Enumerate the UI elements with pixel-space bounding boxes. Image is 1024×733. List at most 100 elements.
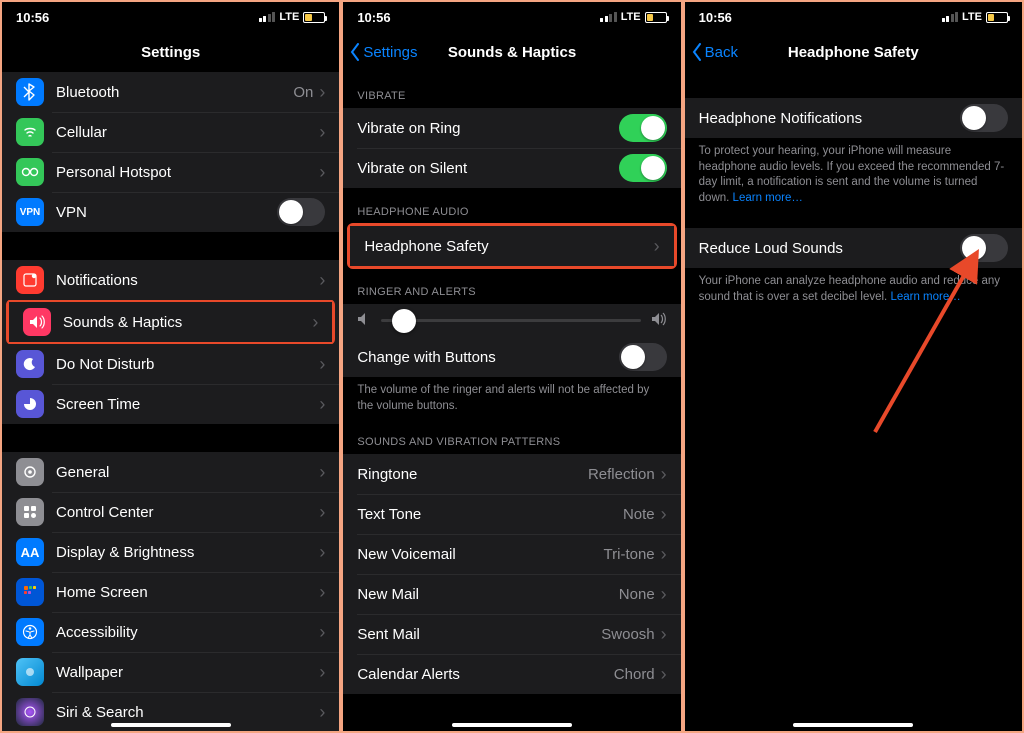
status-bar: 10:56 LTE: [685, 2, 1022, 32]
settings-screen: 10:56 LTE Settings Bluetooth On ›: [2, 2, 339, 731]
footer-notifications: To protect your hearing, your iPhone wil…: [685, 138, 1022, 210]
row-control-center[interactable]: Control Center ›: [2, 492, 339, 532]
hotspot-icon: [16, 158, 44, 186]
headphone-notifications-toggle[interactable]: [960, 104, 1008, 132]
row-value: None: [619, 586, 655, 603]
row-screen-time[interactable]: Screen Time ›: [2, 384, 339, 424]
chevron-right-icon: ›: [661, 465, 667, 483]
section-vibrate: Vibrate: [343, 72, 680, 108]
row-do-not-disturb[interactable]: Do Not Disturb ›: [2, 344, 339, 384]
chevron-right-icon: ›: [319, 271, 325, 289]
highlight-sounds: Sounds & Haptics ›: [6, 299, 335, 345]
back-label: Settings: [363, 44, 417, 61]
home-indicator[interactable]: [452, 723, 572, 727]
row-vibrate-ring[interactable]: Vibrate on Ring: [343, 108, 680, 148]
row-reduce-loud-sounds[interactable]: Reduce Loud Sounds: [685, 228, 1022, 268]
row-label: Accessibility: [56, 624, 138, 641]
chevron-right-icon: ›: [319, 163, 325, 181]
home-indicator[interactable]: [111, 723, 231, 727]
chevron-right-icon: ›: [319, 395, 325, 413]
row-label: Reduce Loud Sounds: [699, 240, 843, 257]
row-new-mail[interactable]: New Mail None ›: [343, 574, 680, 614]
row-label: New Mail: [357, 586, 419, 603]
change-buttons-toggle[interactable]: [619, 343, 667, 371]
row-calendar-alerts[interactable]: Calendar Alerts Chord ›: [343, 654, 680, 694]
row-value: Swoosh: [601, 626, 654, 643]
row-vpn[interactable]: VPN VPN: [2, 192, 339, 232]
row-label: Siri & Search: [56, 704, 144, 721]
nav-bar: Settings: [2, 32, 339, 72]
row-personal-hotspot[interactable]: Personal Hotspot ›: [2, 152, 339, 192]
slider-thumb[interactable]: [392, 309, 416, 333]
chevron-right-icon: ›: [661, 545, 667, 563]
status-bar: 10:56 LTE: [2, 2, 339, 32]
row-label: Screen Time: [56, 396, 140, 413]
row-headphone-safety[interactable]: Headphone Safety ›: [350, 226, 673, 266]
vibrate-ring-toggle[interactable]: [619, 114, 667, 142]
learn-more-link[interactable]: Learn more…: [890, 291, 960, 303]
home-screen-icon: [16, 578, 44, 606]
learn-more-link[interactable]: Learn more…: [733, 192, 803, 204]
chevron-right-icon: ›: [319, 543, 325, 561]
chevron-right-icon: ›: [319, 355, 325, 373]
row-label: Wallpaper: [56, 664, 123, 681]
row-ringtone[interactable]: Ringtone Reflection ›: [343, 454, 680, 494]
highlight-headphone-safety: Headphone Safety ›: [347, 223, 676, 269]
row-headphone-notifications[interactable]: Headphone Notifications: [685, 98, 1022, 138]
back-button[interactable]: Settings: [349, 43, 417, 61]
chevron-right-icon: ›: [654, 237, 660, 255]
row-label: Calendar Alerts: [357, 666, 460, 683]
vpn-toggle[interactable]: [277, 198, 325, 226]
chevron-right-icon: ›: [312, 313, 318, 331]
sounds-icon: [23, 308, 51, 336]
row-change-with-buttons[interactable]: Change with Buttons: [343, 337, 680, 377]
row-label: Notifications: [56, 272, 138, 289]
nav-bar: Settings Sounds & Haptics: [343, 32, 680, 72]
row-label: Headphone Safety: [364, 238, 488, 255]
home-indicator[interactable]: [793, 723, 913, 727]
row-general[interactable]: General ›: [2, 452, 339, 492]
row-value: Reflection: [588, 466, 655, 483]
headphone-safety-screen: 10:56 LTE Back Headphone Safety Headphon…: [685, 2, 1022, 731]
row-accessibility[interactable]: Accessibility ›: [2, 612, 339, 652]
row-label: Vibrate on Silent: [357, 160, 467, 177]
row-new-voicemail[interactable]: New Voicemail Tri-tone ›: [343, 534, 680, 574]
back-button[interactable]: Back: [691, 43, 738, 61]
network-label: LTE: [279, 11, 299, 23]
chevron-right-icon: ›: [319, 463, 325, 481]
chevron-right-icon: ›: [319, 503, 325, 521]
row-display-brightness[interactable]: AA Display & Brightness ›: [2, 532, 339, 572]
sounds-haptics-screen: 10:56 LTE Settings Sounds & Haptics Vibr…: [343, 2, 680, 731]
row-cellular[interactable]: Cellular ›: [2, 112, 339, 152]
signal-icon: [259, 12, 276, 22]
row-label: General: [56, 464, 109, 481]
volume-slider-row: [343, 304, 680, 337]
network-label: LTE: [621, 11, 641, 23]
cellular-icon: [16, 118, 44, 146]
section-patterns: Sounds and Vibration Patterns: [343, 418, 680, 454]
display-icon: AA: [16, 538, 44, 566]
row-notifications[interactable]: Notifications ›: [2, 260, 339, 300]
siri-icon: [16, 698, 44, 726]
chevron-right-icon: ›: [319, 703, 325, 721]
reduce-loud-sounds-toggle[interactable]: [960, 234, 1008, 262]
wallpaper-icon: [16, 658, 44, 686]
row-wallpaper[interactable]: Wallpaper ›: [2, 652, 339, 692]
page-title: Headphone Safety: [788, 44, 919, 61]
screentime-icon: [16, 390, 44, 418]
back-label: Back: [705, 44, 738, 61]
row-sounds-haptics[interactable]: Sounds & Haptics ›: [9, 302, 332, 342]
row-vibrate-silent[interactable]: Vibrate on Silent: [343, 148, 680, 188]
footer-reduce: Your iPhone can analyze headphone audio …: [685, 268, 1022, 309]
page-title: Sounds & Haptics: [448, 44, 576, 61]
chevron-right-icon: ›: [319, 83, 325, 101]
row-text-tone[interactable]: Text Tone Note ›: [343, 494, 680, 534]
battery-icon: [986, 12, 1008, 23]
row-bluetooth[interactable]: Bluetooth On ›: [2, 72, 339, 112]
row-sent-mail[interactable]: Sent Mail Swoosh ›: [343, 614, 680, 654]
volume-slider[interactable]: [381, 319, 640, 322]
vibrate-silent-toggle[interactable]: [619, 154, 667, 182]
vpn-icon: VPN: [16, 198, 44, 226]
chevron-right-icon: ›: [661, 625, 667, 643]
row-home-screen[interactable]: Home Screen ›: [2, 572, 339, 612]
